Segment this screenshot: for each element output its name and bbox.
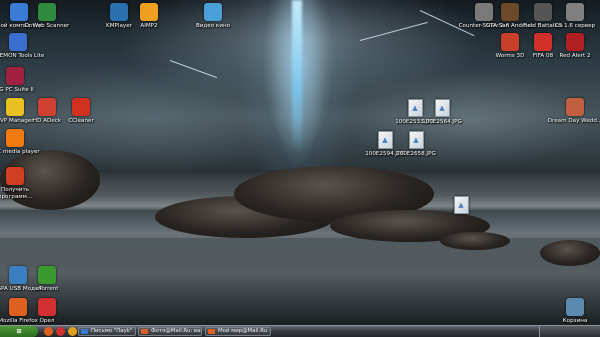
desktop-shortcut[interactable]: CS 1.6 сервер (546, 3, 600, 30)
file-label: 100E2564.JPG (422, 119, 462, 125)
taskbar-task-button[interactable]: Письмо "Пауk" (78, 327, 136, 336)
daemon-tools-icon (9, 33, 27, 51)
desktop-shortcut[interactable]: Red Alert 2 (546, 33, 600, 60)
desktop-file[interactable]: ▲ 100E2564.JPG (413, 99, 471, 126)
wallpaper-rock (440, 232, 510, 250)
cs-server-icon (566, 3, 584, 21)
wallpaper-shore (0, 238, 600, 325)
desktop-shortcut[interactable]: Орел (18, 298, 76, 325)
desktop-shortcut[interactable]: Корзина (546, 298, 600, 325)
shortcut-label: Орел (39, 318, 55, 324)
folder-icon (204, 3, 222, 21)
get-programs-icon (6, 167, 24, 185)
desktop-shortcut[interactable]: uTorrent (18, 266, 76, 293)
ccleaner-icon (72, 98, 90, 116)
taskbar: ⊞ Письмо "Пауk" Фото@Mail.Ru: ваш ... Мой … (0, 325, 600, 337)
wallpaper-lightning (359, 21, 428, 41)
taskbar-task-button[interactable]: Фото@Mail.Ru: ваш ... (138, 327, 202, 336)
desktop-shortcut[interactable]: VLC media player (0, 129, 44, 156)
shortcut-label: LG PC Suite II (0, 87, 34, 93)
image-file-icon: ▲ (408, 131, 424, 149)
shortcut-label: AIMP2 (140, 23, 158, 29)
shortcut-label: Red Alert 2 (559, 53, 591, 59)
desktop-shortcut[interactable]: Dream Day Wedd... (546, 98, 600, 125)
task-label: Мой мир@Mail.Ru - X... (218, 328, 271, 334)
window-icon (81, 329, 88, 334)
taskbar-task-button[interactable]: Мой мир@Mail.Ru - X... (205, 327, 271, 336)
shortcut-label: VLC media player (0, 149, 40, 155)
shortcut-label: CS 1.6 сервер (554, 23, 596, 29)
file-label: 100E2658.JPG (396, 151, 436, 157)
window-icon (141, 329, 148, 334)
dream-day-icon (566, 98, 584, 116)
wallpaper-lightning (169, 60, 218, 79)
window-icon (208, 329, 215, 334)
desktop-shortcut[interactable]: CCleaner (52, 98, 110, 125)
shortcut-label: uTorrent (35, 286, 59, 292)
shortcut-label: Dream Day Wedd... (547, 118, 600, 124)
wallpaper-rock (540, 240, 600, 266)
aimp-icon (140, 3, 158, 21)
opera-quicklaunch-icon[interactable] (56, 327, 65, 336)
system-tray (539, 326, 600, 337)
red-alert-icon (566, 33, 584, 51)
desktop-file[interactable]: ▲ 100E2658.JPG (387, 131, 445, 158)
wallpaper-light-beam (292, 0, 302, 150)
desktop-shortcut[interactable]: LG PC Suite II (0, 67, 44, 94)
shortcut-label: Получить программ... (0, 187, 33, 200)
desktop-file[interactable]: ▲ (432, 196, 490, 216)
shortcut-label: Dr.Web Scanner (24, 23, 70, 29)
opera-icon (38, 298, 56, 316)
start-button-icon: ⊞ (16, 328, 22, 335)
shortcut-label: CCleaner (68, 118, 94, 124)
desktop-shortcut[interactable]: Dr.Web Scanner (18, 3, 76, 30)
start-button[interactable]: ⊞ (0, 326, 38, 337)
recycle-bin-icon (566, 298, 584, 316)
image-file-icon: ▲ (453, 196, 469, 214)
utorrent-icon (38, 266, 56, 284)
firefox-quicklaunch-icon[interactable] (44, 327, 53, 336)
desktop-shortcut[interactable]: Видео кино (184, 3, 242, 30)
desktop-shortcut[interactable]: DAEMON Tools Lite (0, 33, 47, 60)
desktop-shortcut[interactable]: Получить программ... (0, 167, 44, 200)
lg-pc-suite-icon (6, 67, 24, 85)
drweb-icon (38, 3, 56, 21)
shortcut-label: Корзина (562, 318, 588, 324)
vlc-icon (6, 129, 24, 147)
image-file-icon: ▲ (434, 99, 450, 117)
desktop-shortcut[interactable]: AIMP2 (120, 3, 178, 30)
media-quicklaunch-icon[interactable] (68, 327, 77, 336)
shortcut-label: Видео кино (195, 23, 231, 29)
task-label: Фото@Mail.Ru: ваш ... (151, 328, 201, 334)
task-label: Письмо "Пауk" (91, 328, 133, 334)
shortcut-label: DAEMON Tools Lite (0, 53, 45, 59)
